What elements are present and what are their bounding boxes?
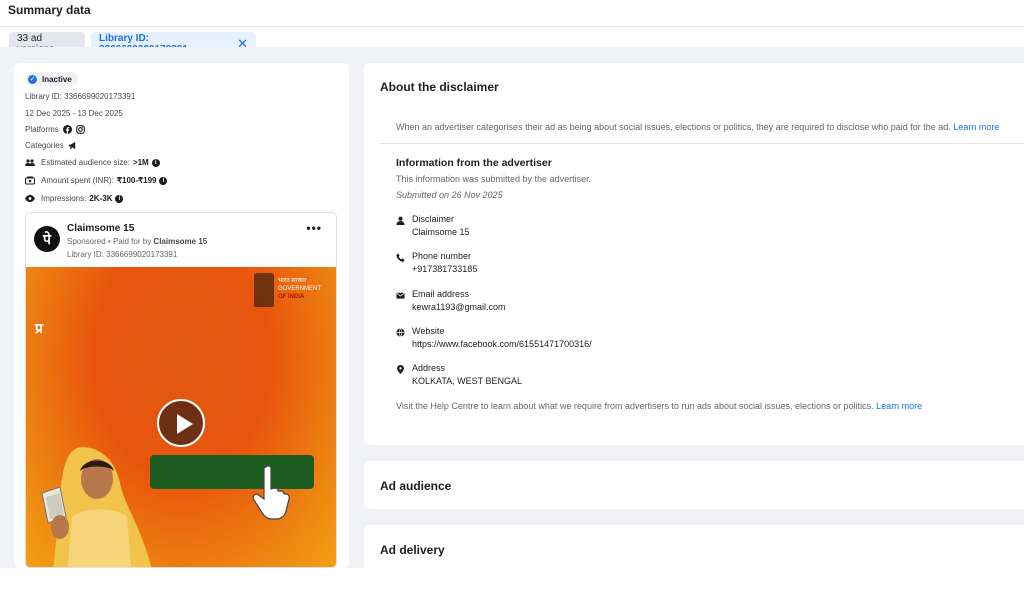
ad-header: पे Claimsome 15 Sponsored • Paid for by … (26, 213, 336, 267)
sponsored-line: Sponsored • Paid for by Claimsome 15 (67, 237, 207, 246)
govt-hindi-text: भारत सरकार (278, 278, 307, 284)
spent-row: Amount spent (INR): ₹100-₹199 i (25, 176, 168, 185)
disclaimer-intro-text: When an advertiser categorises their ad … (396, 122, 951, 132)
ad-preview-card[interactable]: पे Claimsome 15 Sponsored • Paid for by … (25, 212, 337, 568)
eye-icon (25, 195, 35, 202)
field-label: Disclaimer (412, 214, 455, 224)
disclaimer-field: Disclaimer Claimsome 15 (396, 214, 796, 242)
globe-icon (396, 328, 405, 337)
platforms-label: Platforms (25, 125, 59, 134)
check-icon: ✓ (28, 74, 37, 84)
info-icon[interactable]: i (115, 194, 124, 203)
disclaimer-intro: When an advertiser categorises their ad … (396, 122, 999, 132)
address-field: Address KOLKATA, WEST BENGAL (396, 363, 796, 391)
more-options-icon[interactable]: ••• (306, 221, 322, 235)
mail-icon (396, 292, 405, 299)
impressions-value: 2K-3K (89, 194, 113, 203)
ad-delivery-section[interactable]: Ad delivery (364, 525, 1024, 575)
learn-more-link[interactable]: Learn more (953, 122, 999, 132)
run-dates: 12 Dec 2025 - 13 Dec 2025 (25, 109, 123, 118)
phone-icon (396, 253, 405, 262)
audience-row: Estimated audience size: >1M i (25, 158, 160, 167)
website-field: Website https://www.facebook.com/6155147… (396, 326, 796, 354)
learn-more-link[interactable]: Learn more (876, 401, 922, 411)
advertiser-name[interactable]: Claimsome 15 (67, 223, 134, 234)
emblem-icon (254, 273, 274, 307)
money-icon (25, 176, 35, 185)
disclaimer-panel: About the disclaimer When an advertiser … (364, 63, 1024, 445)
person-icon (396, 216, 405, 225)
library-id: Library ID: 3366699020173391 (25, 92, 136, 101)
pointing-hand-icon (252, 465, 290, 520)
impressions-label: Impressions: (41, 194, 87, 203)
status-badge: ✓ Inactive (26, 72, 78, 86)
advertiser-info-title: Information from the advertiser (396, 157, 552, 169)
audience-value: >1M (132, 158, 149, 167)
spent-value: ₹100-₹199 (116, 176, 157, 185)
location-pin-icon (397, 365, 404, 374)
field-label: Phone number (412, 251, 472, 261)
instagram-icon (75, 125, 85, 134)
creative-mark: प्र (35, 320, 43, 336)
platforms-row: Platforms (25, 125, 85, 134)
field-value[interactable]: https://www.facebook.com/61551471700316/ (412, 339, 592, 349)
disclaimer-title: About the disclaimer (380, 80, 499, 94)
ad-audience-title: Ad audience (380, 479, 452, 493)
field-label: Email address (412, 289, 470, 299)
ad-delivery-title: Ad delivery (380, 543, 445, 557)
ad-video-creative[interactable]: भारत सरकार GOVERNMENT OF INDIA प्र (26, 267, 336, 567)
government-logo: भारत सरकार GOVERNMENT OF INDIA (254, 273, 332, 309)
facebook-icon (62, 125, 72, 134)
woman-illustration (41, 447, 152, 567)
field-value: KOLKATA, WEST BENGAL (412, 376, 523, 386)
govt-line3: OF INDIA (278, 294, 305, 300)
paid-for-name: Claimsome 15 (153, 237, 208, 246)
advertiser-avatar[interactable]: पे (34, 226, 60, 252)
submitted-date: Submitted on 26 Nov 2025 (396, 190, 503, 200)
page-title: Summary data (8, 3, 91, 17)
field-label: Website (412, 326, 445, 336)
play-icon[interactable] (157, 399, 205, 447)
categories-label: Categories (25, 141, 64, 150)
spent-label: Amount spent (INR): (41, 176, 114, 185)
phone-field: Phone number +917381733185 (396, 251, 796, 279)
ad-library-id: Library ID: 3366699020173391 (67, 250, 178, 259)
summary-header: Summary data (0, 0, 1024, 27)
paid-for-prefix: • Paid for by (105, 237, 154, 246)
govt-line2: GOVERNMENT (278, 286, 322, 292)
field-label: Address (412, 363, 446, 373)
ad-audience-section[interactable]: Ad audience (364, 461, 1024, 509)
sponsored-label: Sponsored (67, 237, 106, 246)
people-icon (25, 158, 35, 167)
disclaimer-footer: Visit the Help Centre to learn about wha… (396, 401, 922, 411)
field-value: +917381733185 (412, 264, 478, 274)
field-value: kewra1193@gmail.com (412, 302, 506, 312)
info-icon[interactable]: i (159, 176, 168, 185)
audience-label: Estimated audience size: (41, 158, 130, 167)
categories-row: Categories (25, 141, 77, 150)
megaphone-icon (68, 141, 75, 150)
impressions-row: Impressions: 2K-3K i (25, 194, 124, 203)
advertiser-info-subtitle: This information was submitted by the ad… (396, 174, 592, 184)
field-value: Claimsome 15 (412, 227, 470, 237)
footer-text: Visit the Help Centre to learn about wha… (396, 401, 874, 411)
email-field: Email address kewra1193@gmail.com (396, 289, 796, 317)
divider (380, 143, 1024, 144)
status-text: Inactive (42, 74, 72, 84)
info-icon[interactable]: i (151, 158, 160, 167)
